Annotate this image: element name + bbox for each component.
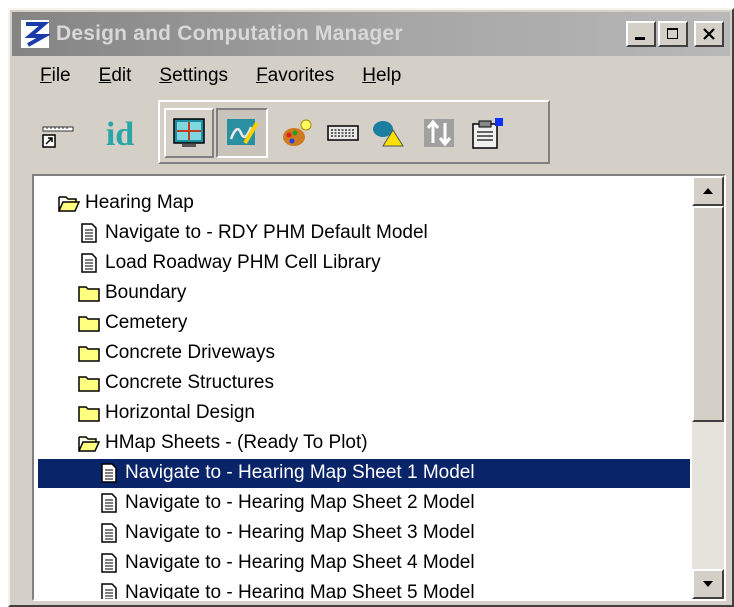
clipboard-icon	[472, 118, 503, 149]
tree-item-label: Boundary	[105, 282, 187, 303]
tree-item[interactable]: Navigate to - Hearing Map Sheet 1 Model	[98, 458, 478, 488]
document-icon	[81, 223, 97, 243]
tree-item-label: HMap Sheets - (Ready To Plot)	[105, 432, 368, 453]
shapes-icon	[373, 121, 404, 147]
folder-icon	[78, 376, 100, 392]
folder-open-icon	[78, 436, 100, 452]
tree-list: Hearing Map Navigate to - RDY PHM Default…	[34, 176, 692, 599]
tree-item[interactable]: Navigate to - Hearing Map Sheet 5 Model	[98, 578, 478, 599]
tree-item-label: Navigate to - RDY PHM Default Model	[105, 222, 428, 243]
scroll-thumb[interactable]	[692, 206, 724, 422]
document-icon	[101, 553, 117, 573]
document-icon	[81, 253, 97, 273]
arrow-down-icon	[703, 581, 713, 587]
shortcut-ruler-icon	[42, 126, 74, 148]
sort-arrows-icon	[424, 119, 454, 147]
folder-icon	[78, 286, 100, 302]
arrow-up-icon	[703, 188, 713, 194]
tree-item-label: Cemetery	[105, 312, 188, 333]
id-icon: id	[105, 116, 135, 153]
menu-edit[interactable]: Edit	[99, 62, 132, 92]
grid-tool-button[interactable]	[164, 108, 214, 158]
pen-edit-icon	[227, 119, 259, 145]
tree-item-label: Hearing Map	[85, 192, 194, 213]
vertical-scrollbar[interactable]	[692, 176, 724, 599]
folder-open-icon	[58, 196, 80, 212]
tree-item[interactable]: Navigate to - RDY PHM Default Model	[78, 218, 431, 248]
tree-item[interactable]: Navigate to - Hearing Map Sheet 3 Model	[98, 518, 478, 548]
tree-view[interactable]: Hearing Map Navigate to - RDY PHM Default…	[32, 174, 726, 601]
shortcut-tool-button[interactable]	[36, 112, 82, 158]
menu-settings[interactable]: Settings	[159, 62, 228, 92]
dcm-window: Design and Computation Manager File Edit…	[8, 8, 734, 607]
tree-item[interactable]: Boundary	[78, 278, 189, 308]
document-icon	[101, 583, 117, 599]
toolbar: id	[12, 96, 730, 164]
shapes-tool-button[interactable]	[366, 110, 412, 156]
pen-tool-button[interactable]	[216, 108, 268, 158]
tree-item-label: Navigate to - Hearing Map Sheet 1 Model	[125, 462, 475, 483]
tree-item-label: Horizontal Design	[105, 402, 255, 423]
tree-item[interactable]: Navigate to - Hearing Map Sheet 2 Model	[98, 488, 478, 518]
window-title: Design and Computation Manager	[56, 22, 403, 45]
tree-item-label: Navigate to - Hearing Map Sheet 4 Model	[125, 552, 475, 573]
palette-icon	[283, 119, 312, 146]
tree-item-label: Navigate to - Hearing Map Sheet 5 Model	[125, 582, 475, 599]
keyboard-tool-button[interactable]	[320, 110, 366, 156]
document-icon	[101, 523, 117, 543]
menu-bar: File Edit Settings Favorites Help	[12, 62, 401, 92]
keyboard-icon	[327, 125, 359, 141]
tree-item-label: Load Roadway PHM Cell Library	[105, 252, 381, 273]
tree-item[interactable]: Horizontal Design	[78, 398, 258, 428]
folder-icon	[78, 406, 100, 422]
maximize-icon	[667, 28, 678, 39]
scroll-up-button[interactable]	[692, 176, 724, 206]
close-icon	[703, 28, 715, 40]
maximize-button[interactable]	[658, 21, 688, 47]
scroll-down-button[interactable]	[692, 569, 724, 599]
document-icon	[101, 493, 117, 513]
folder-icon	[78, 346, 100, 362]
tree-item[interactable]: Navigate to - Hearing Map Sheet 4 Model	[98, 548, 478, 578]
tree-item[interactable]: Hearing Map	[58, 188, 197, 218]
tree-item-label: Navigate to - Hearing Map Sheet 2 Model	[125, 492, 475, 513]
tree-item[interactable]: Cemetery	[78, 308, 190, 338]
tree-item[interactable]: Concrete Structures	[78, 368, 277, 398]
tree-item-label: Concrete Structures	[105, 372, 274, 393]
tree-item[interactable]: Concrete Driveways	[78, 338, 278, 368]
sort-tool-button[interactable]	[416, 110, 462, 156]
id-tool-button[interactable]: id	[90, 112, 150, 158]
grid-screen-icon	[173, 118, 205, 147]
tree-item-label: Concrete Driveways	[105, 342, 275, 363]
minimize-button[interactable]	[626, 21, 656, 47]
close-button[interactable]	[694, 21, 724, 47]
tree-item[interactable]: HMap Sheets - (Ready To Plot)	[78, 428, 371, 458]
clipboard-tool-button[interactable]	[464, 110, 510, 156]
app-logo-icon	[21, 20, 50, 48]
menu-help[interactable]: Help	[362, 62, 401, 92]
minimize-icon	[635, 37, 645, 40]
tree-item[interactable]: Load Roadway PHM Cell Library	[78, 248, 384, 278]
menu-favorites[interactable]: Favorites	[256, 62, 334, 92]
document-icon	[101, 463, 117, 483]
tree-item-label: Navigate to - Hearing Map Sheet 3 Model	[125, 522, 475, 543]
palette-tool-button[interactable]	[274, 110, 320, 156]
menu-file[interactable]: File	[40, 62, 71, 92]
title-bar[interactable]: Design and Computation Manager	[12, 12, 730, 56]
folder-icon	[78, 316, 100, 332]
